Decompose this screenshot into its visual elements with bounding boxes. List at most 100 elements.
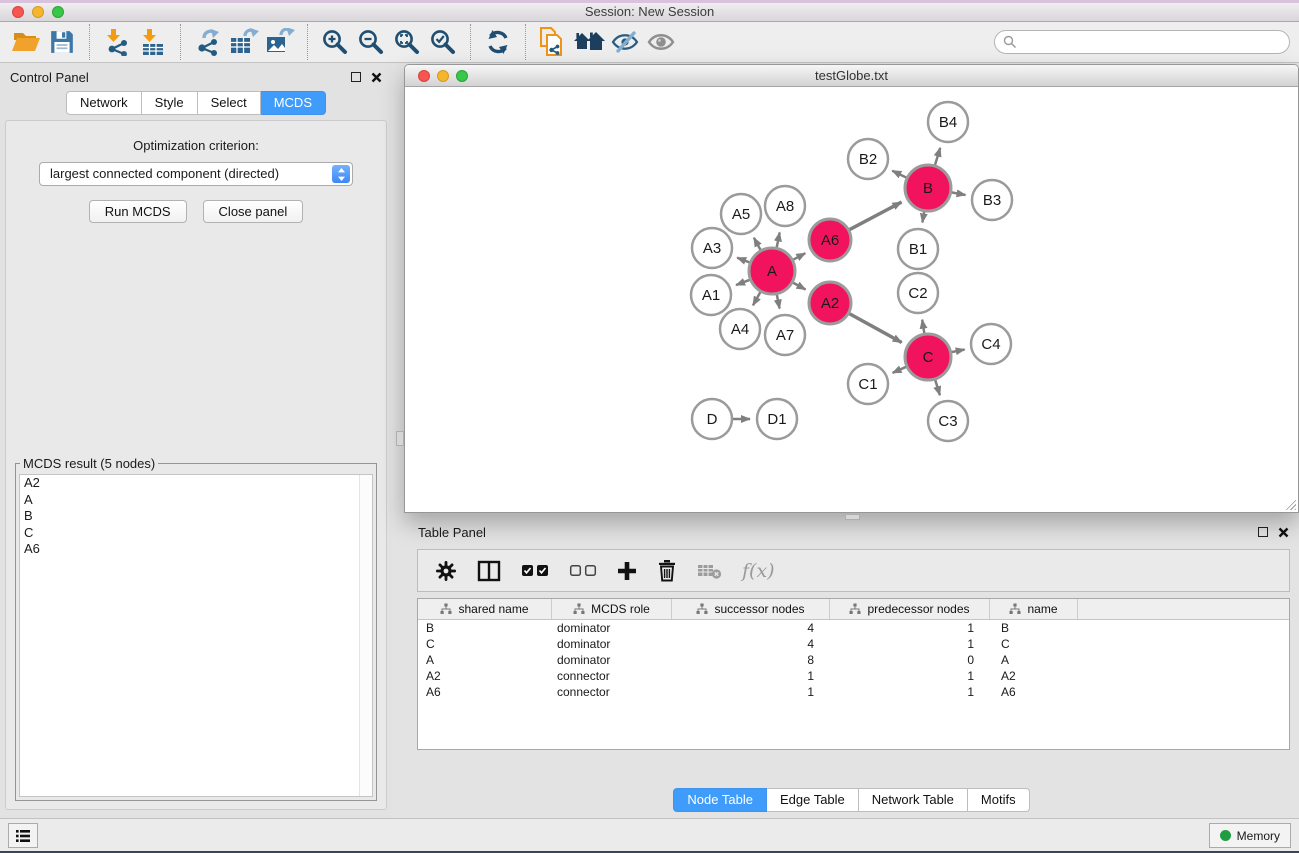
tab-network[interactable]: Network	[66, 91, 142, 115]
zoom-fit-icon[interactable]	[389, 25, 425, 59]
result-item-c[interactable]: C	[20, 525, 372, 542]
column-visibility-icon[interactable]	[477, 560, 501, 582]
node-a1[interactable]: A1	[691, 275, 731, 315]
cell-successor-nodes[interactable]: 1	[672, 668, 830, 684]
node-b4[interactable]: B4	[928, 102, 968, 142]
tab-network-table[interactable]: Network Table	[859, 788, 968, 812]
cell-mcds-role[interactable]: connector	[552, 668, 672, 684]
edge-a-a1[interactable]	[736, 280, 750, 285]
save-session-icon[interactable]	[44, 25, 80, 59]
cell-mcds-role[interactable]: dominator	[552, 652, 672, 668]
close-table-panel-icon[interactable]	[1278, 527, 1289, 538]
tab-motifs[interactable]: Motifs	[968, 788, 1030, 812]
node-a[interactable]: A	[749, 248, 795, 294]
cell-name[interactable]: A	[990, 652, 1078, 668]
zoom-selected-icon[interactable]	[425, 25, 461, 59]
table-row-a2[interactable]: A2connector11A2	[418, 668, 1289, 684]
result-item-a2[interactable]: A2	[20, 475, 372, 492]
cell-mcds-role[interactable]: dominator	[552, 620, 672, 636]
float-table-panel-icon[interactable]	[1258, 527, 1268, 537]
column-header-mcds-role[interactable]: MCDS role	[552, 599, 672, 619]
result-scrollbar[interactable]	[359, 475, 372, 796]
edge-c-c2[interactable]	[922, 320, 924, 334]
function-builder-icon[interactable]: f(x)	[742, 560, 775, 582]
search-input[interactable]	[1017, 33, 1289, 51]
node-a2[interactable]: A2	[809, 282, 851, 324]
table-row-c[interactable]: Cdominator41C	[418, 636, 1289, 652]
cell-successor-nodes[interactable]: 4	[672, 636, 830, 652]
cell-name[interactable]: B	[990, 620, 1078, 636]
tab-mcds[interactable]: MCDS	[261, 91, 326, 115]
select-all-icon[interactable]	[521, 564, 549, 577]
cell-name[interactable]: A6	[990, 684, 1078, 700]
cell-shared-name[interactable]: A2	[418, 668, 552, 684]
export-image-icon[interactable]	[262, 25, 298, 59]
vertical-splitter-handle[interactable]	[396, 431, 404, 446]
close-panel-icon[interactable]	[371, 72, 382, 83]
result-item-a[interactable]: A	[20, 492, 372, 509]
zoom-window-button[interactable]	[52, 6, 64, 18]
table-row-a6[interactable]: A6connector11A6	[418, 684, 1289, 700]
node-a6[interactable]: A6	[809, 219, 851, 261]
node-a4[interactable]: A4	[720, 309, 760, 349]
deselect-all-icon[interactable]	[569, 564, 597, 577]
float-panel-icon[interactable]	[351, 72, 361, 82]
import-table-icon[interactable]	[135, 25, 171, 59]
edge-a-a8[interactable]	[777, 233, 780, 248]
show-panels-icon[interactable]	[643, 25, 679, 59]
node-a8[interactable]: A8	[765, 186, 805, 226]
tab-node-table[interactable]: Node Table	[673, 788, 767, 812]
node-a7[interactable]: A7	[765, 315, 805, 355]
node-b[interactable]: B	[905, 165, 951, 211]
node-b1[interactable]: B1	[898, 229, 938, 269]
network-graph[interactable]: B4B2BB3A5A8A6A3B1AA1C2A2A4A7C4CC1C3DD1	[405, 88, 1298, 512]
network-minimize-button[interactable]	[437, 70, 449, 82]
edge-b-b1[interactable]	[922, 212, 924, 223]
network-canvas[interactable]: B4B2BB3A5A8A6A3B1AA1C2A2A4A7C4CC1C3DD1	[405, 88, 1298, 512]
mcds-result-list[interactable]: A2ABCA6	[19, 474, 373, 797]
cell-shared-name[interactable]: A	[418, 652, 552, 668]
node-a3[interactable]: A3	[692, 228, 732, 268]
column-header-shared-name[interactable]: shared name	[418, 599, 552, 619]
refresh-network-icon[interactable]	[480, 25, 516, 59]
edge-a-a3[interactable]	[737, 258, 749, 263]
close-panel-button[interactable]: Close panel	[203, 200, 304, 223]
column-header-predecessor-nodes[interactable]: predecessor nodes	[830, 599, 990, 619]
cell-shared-name[interactable]: C	[418, 636, 552, 652]
add-column-icon[interactable]	[617, 561, 637, 581]
cell-predecessor-nodes[interactable]: 1	[830, 668, 990, 684]
export-network-icon[interactable]	[190, 25, 226, 59]
edge-c-c1[interactable]	[893, 367, 907, 373]
export-table-icon[interactable]	[226, 25, 262, 59]
node-d1[interactable]: D1	[757, 399, 797, 439]
cell-predecessor-nodes[interactable]: 1	[830, 620, 990, 636]
table-row-a[interactable]: Adominator80A	[418, 652, 1289, 668]
horizontal-splitter-handle[interactable]	[845, 514, 860, 520]
edge-a6-b[interactable]	[849, 202, 901, 230]
network-window-titlebar[interactable]: testGlobe.txt	[405, 65, 1298, 87]
node-b3[interactable]: B3	[972, 180, 1012, 220]
cell-successor-nodes[interactable]: 8	[672, 652, 830, 668]
hide-panels-icon[interactable]	[607, 25, 643, 59]
tab-style[interactable]: Style	[142, 91, 198, 115]
cell-name[interactable]: A2	[990, 668, 1078, 684]
result-item-b[interactable]: B	[20, 508, 372, 525]
edge-b-b4[interactable]	[935, 148, 940, 165]
task-history-button[interactable]	[8, 823, 38, 848]
edge-a-a2[interactable]	[793, 283, 806, 290]
edge-a2-c[interactable]	[849, 314, 901, 343]
zoom-out-icon[interactable]	[353, 25, 389, 59]
edge-b-b2[interactable]	[892, 171, 906, 178]
node-d[interactable]: D	[692, 399, 732, 439]
column-header-successor-nodes[interactable]: successor nodes	[672, 599, 830, 619]
zoom-in-icon[interactable]	[317, 25, 353, 59]
result-item-a6[interactable]: A6	[20, 541, 372, 558]
minimize-window-button[interactable]	[32, 6, 44, 18]
delete-column-icon[interactable]	[657, 559, 677, 582]
node-c4[interactable]: C4	[971, 324, 1011, 364]
cell-predecessor-nodes[interactable]: 1	[830, 684, 990, 700]
edge-c-c4[interactable]	[952, 350, 965, 353]
criterion-select[interactable]: largest connected component (directed)	[39, 162, 353, 186]
node-c1[interactable]: C1	[848, 364, 888, 404]
column-header-name[interactable]: name	[990, 599, 1078, 619]
